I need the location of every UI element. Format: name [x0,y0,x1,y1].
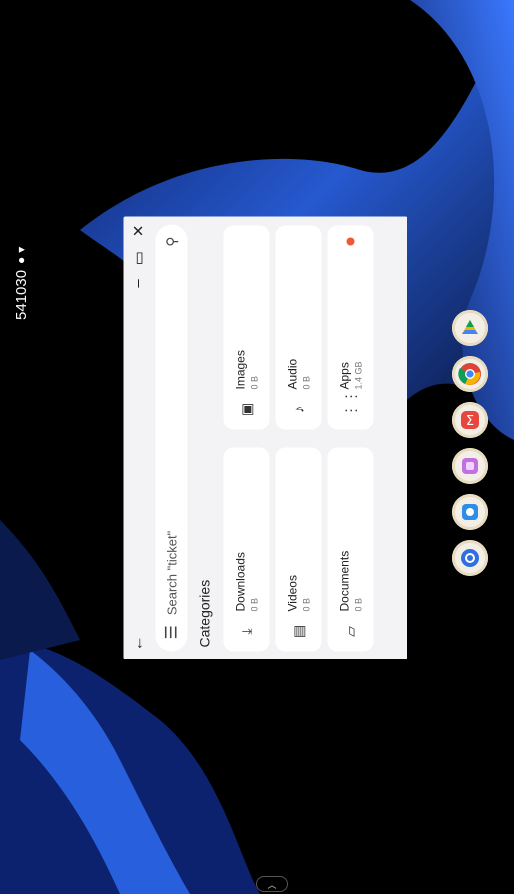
category-name: Downloads [233,551,247,611]
document-icon: ▱ [341,625,358,637]
files-window: ← – ▭ ✕ ☰ Search "ticket" ⚲ Categories ⤓… [123,216,407,659]
search-bar[interactable]: ☰ Search "ticket" ⚲ [155,224,187,651]
chrome-app-icon[interactable] [452,356,488,392]
audio-icon: ♪ [290,405,306,413]
status-time: 541030 [12,269,30,320]
download-icon: ⤓ [237,627,254,635]
category-size: 0 B [249,597,259,611]
title-bar: ← – ▭ ✕ [123,216,153,659]
category-size: 0 B [353,597,363,611]
sigma-icon: Σ [461,411,479,429]
category-name: Documents [337,550,351,611]
category-documents[interactable]: ▱ Documents 0 B [327,447,373,651]
sigma-app-icon[interactable]: Σ [452,402,488,438]
categories-grid: ⤓ Downloads 0 B ▣ Images 0 B ▤ Videos 0 … [223,224,403,651]
search-icon[interactable]: ⚲ [163,236,180,246]
chevron-up-icon: ︿ [267,879,277,890]
signal-icon: ▾ [14,246,28,253]
chrome-icon [458,363,481,385]
apps-icon: ⋮⋮ [341,389,358,417]
back-arrow-icon[interactable]: ← [129,635,147,651]
notification-dot [346,237,354,245]
settings-app-icon[interactable] [452,540,488,576]
category-size: 1.4 GB [353,360,363,389]
maximize-icon[interactable]: ▭ [129,251,147,265]
minimize-icon[interactable]: – [129,279,147,287]
dock: Σ [452,310,492,576]
image-icon: ▣ [237,402,254,416]
category-size: 0 B [301,597,311,611]
close-icon[interactable]: ✕ [129,224,147,237]
remote-icon [462,504,478,520]
category-name: Videos [285,574,299,611]
category-name: Images [233,349,247,389]
category-apps[interactable]: ⋮⋮ Apps 1.4 GB [327,225,373,429]
category-videos[interactable]: ▤ Videos 0 B [275,447,321,651]
remote-app-icon[interactable] [452,494,488,530]
category-downloads[interactable]: ⤓ Downloads 0 B [223,447,269,651]
status-bar: 541030 ● ▾ [4,230,38,320]
category-audio[interactable]: ♪ Audio 0 B [275,225,321,429]
navigation-handle[interactable]: ︿ [256,876,288,892]
category-name: Audio [285,358,299,389]
person-icon: ● [14,256,28,264]
menu-icon[interactable]: ☰ [161,625,181,639]
category-name: Apps [337,361,351,389]
categories-title: Categories [196,579,212,647]
drive-app-icon[interactable] [452,310,488,346]
category-size: 0 B [249,375,259,389]
gallery-icon [462,458,478,474]
category-images[interactable]: ▣ Images 0 B [223,225,269,429]
search-placeholder: Search "ticket" [163,530,179,615]
video-icon: ▤ [289,624,306,638]
settings-icon [461,549,479,567]
svg-text:Σ: Σ [466,414,474,429]
gallery-app-icon[interactable] [452,448,488,484]
files-window-frame: ← – ▭ ✕ ☰ Search "ticket" ⚲ Categories ⤓… [123,216,407,659]
drive-icon [462,320,478,334]
category-size: 0 B [301,375,311,389]
